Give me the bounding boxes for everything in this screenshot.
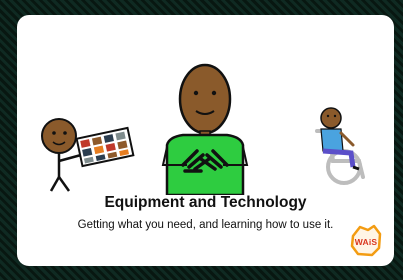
illustration bbox=[41, 63, 365, 195]
card-title: Equipment and Technology bbox=[104, 194, 307, 211]
topic-card[interactable]: Equipment and Technology Getting what yo… bbox=[17, 15, 394, 266]
person-signing-icon bbox=[161, 63, 249, 195]
person-in-wheelchair-icon bbox=[315, 107, 365, 185]
logo-text: WAiS bbox=[354, 237, 378, 247]
person-holding-communication-board-icon bbox=[41, 118, 135, 192]
card-subtitle: Getting what you need, and learning how … bbox=[77, 219, 334, 231]
wais-logo-icon: WAiS bbox=[350, 224, 382, 258]
